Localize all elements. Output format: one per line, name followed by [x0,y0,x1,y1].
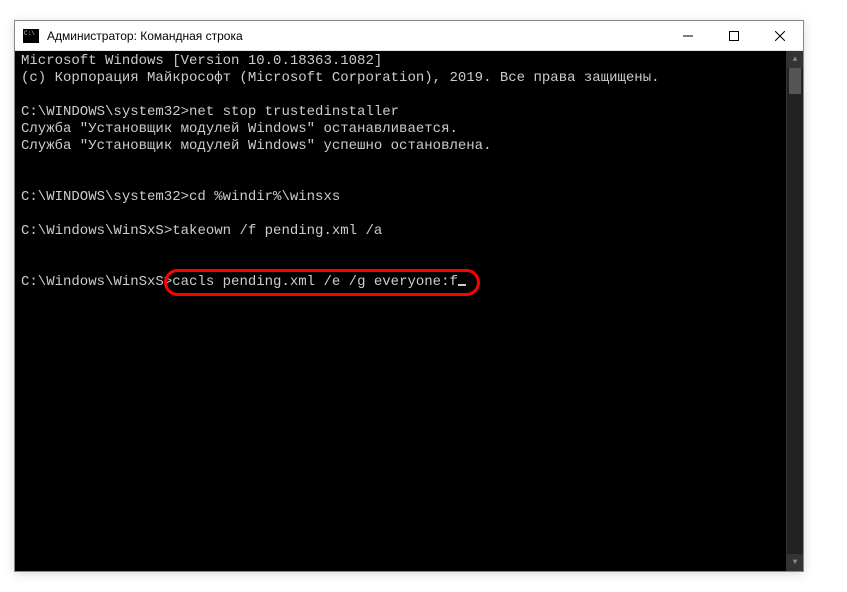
console-blank [21,155,785,172]
console-blank [21,206,785,223]
console-line: C:\WINDOWS\system32>net stop trustedinst… [21,104,785,121]
highlighted-command: cacls pending.xml /e /g everyone:f [172,274,466,291]
maximize-button[interactable] [711,21,757,50]
cursor [458,284,466,286]
prompt: C:\Windows\WinSxS> [21,274,172,290]
vertical-scrollbar[interactable]: ▲ ▼ [786,51,803,571]
console-area[interactable]: Microsoft Windows [Version 10.0.18363.10… [15,51,803,571]
console-blank [21,240,785,257]
window-controls [665,21,803,50]
titlebar[interactable]: Администратор: Командная строка [15,21,803,51]
scroll-up-button[interactable]: ▲ [787,51,803,68]
command: cacls pending.xml /e /g everyone:f [172,274,458,290]
console-blank [21,87,785,104]
command: net stop trustedinstaller [189,104,399,120]
console-line: Microsoft Windows [Version 10.0.18363.10… [21,53,785,70]
console-blank [21,257,785,274]
minimize-button[interactable] [665,21,711,50]
console-line: Служба "Установщик модулей Windows" успе… [21,138,785,155]
close-button[interactable] [757,21,803,50]
console-line: C:\WINDOWS\system32>cd %windir%\winsxs [21,189,785,206]
cmd-icon [23,29,39,43]
command: cd %windir%\winsxs [189,189,340,205]
console-line: Служба "Установщик модулей Windows" оста… [21,121,785,138]
scroll-down-button[interactable]: ▼ [787,554,803,571]
scroll-thumb[interactable] [789,68,801,94]
command: takeown /f pending.xml /a [172,223,382,239]
cmd-window: Администратор: Командная строка Microsof… [14,20,804,572]
window-title: Администратор: Командная строка [47,29,665,43]
prompt: C:\Windows\WinSxS> [21,223,172,239]
prompt: C:\WINDOWS\system32> [21,104,189,120]
console-line: C:\Windows\WinSxS>cacls pending.xml /e /… [21,274,785,291]
console-line: C:\Windows\WinSxS>takeown /f pending.xml… [21,223,785,240]
prompt: C:\WINDOWS\system32> [21,189,189,205]
console-line: (c) Корпорация Майкрософт (Microsoft Cor… [21,70,785,87]
console-blank [21,172,785,189]
